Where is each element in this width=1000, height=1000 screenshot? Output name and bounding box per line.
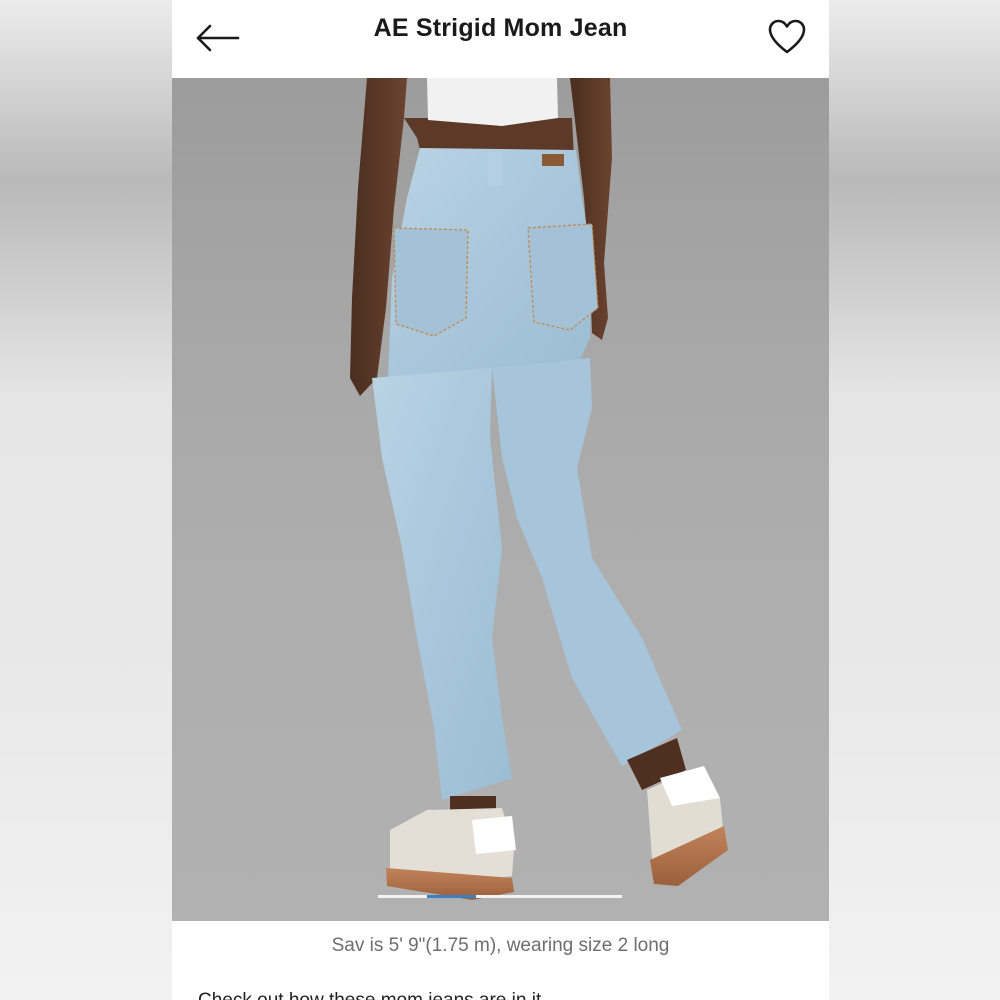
product-photo [350, 78, 728, 900]
arrow-left-icon [196, 24, 240, 52]
product-page: AE Strigid Mom Jean Sav is 5' 9"(1.75 m)… [172, 0, 829, 1000]
background-right [829, 0, 1000, 1000]
model-size-caption: Sav is 5' 9"(1.75 m), wearing size 2 lon… [331, 935, 670, 956]
carousel-page-indicator [378, 895, 622, 898]
product-image-carousel[interactable] [172, 78, 829, 921]
product-description: Check out how these mom jeans are in it.… [198, 990, 557, 1000]
favorite-button[interactable] [767, 18, 807, 56]
back-button[interactable] [194, 20, 242, 56]
background-left [0, 0, 172, 1000]
top-bar: AE Strigid Mom Jean [172, 0, 829, 78]
heart-outline-icon [768, 19, 806, 54]
carousel-active-page [426, 895, 476, 898]
screen: AE Strigid Mom Jean Sav is 5' 9"(1.75 m)… [0, 0, 1000, 1000]
page-title: AE Strigid Mom Jean [373, 14, 628, 42]
